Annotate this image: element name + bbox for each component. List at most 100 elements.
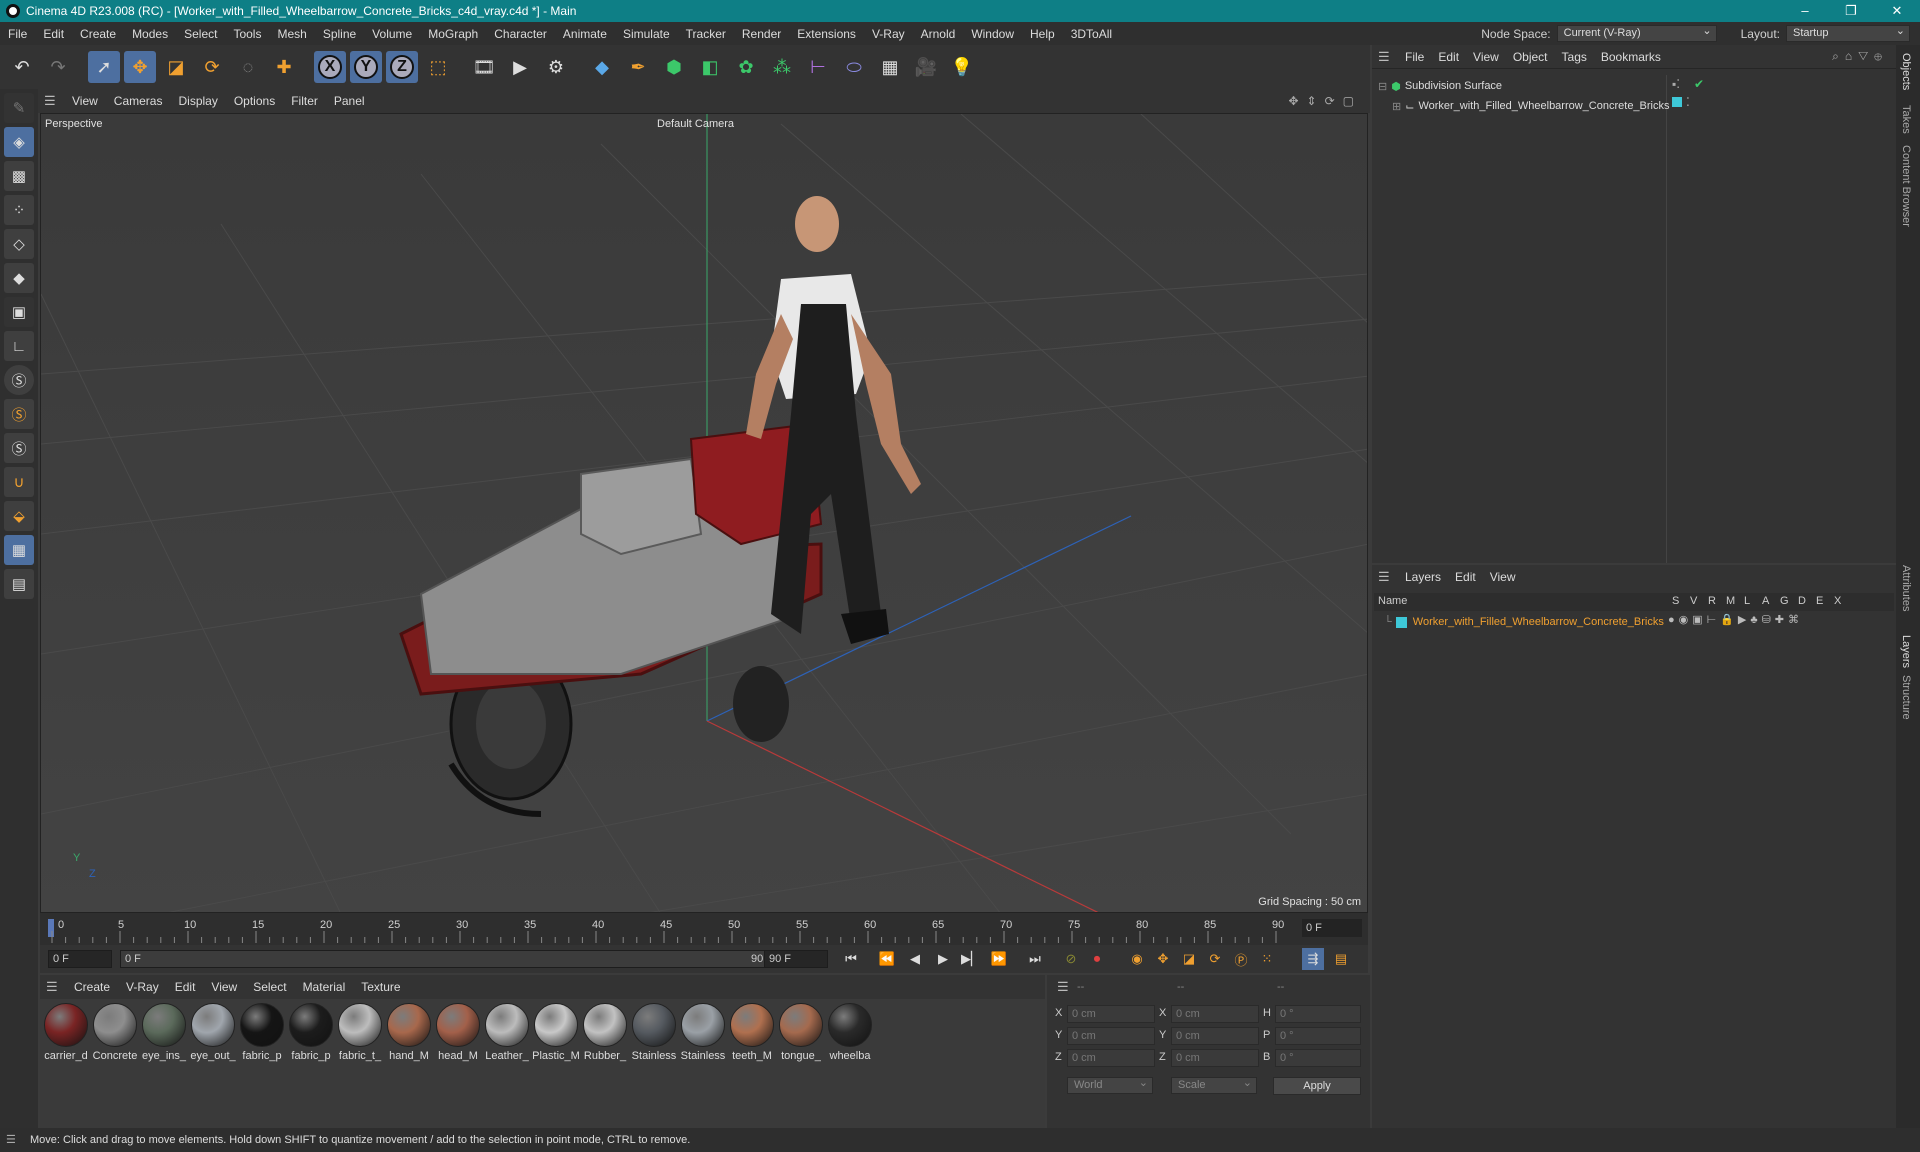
texture-mode-icon[interactable]: ▩ (4, 161, 34, 191)
menu-help[interactable]: Help (1022, 27, 1063, 41)
object-row-subdivision[interactable]: ⊟ ⬢ Subdivision Surface (1378, 77, 1502, 95)
subdivision-enabled-check-icon[interactable]: ✔ (1694, 77, 1704, 91)
viewport-menu-display[interactable]: Display (170, 94, 225, 108)
node-space-dropdown[interactable]: Current (V-Ray) (1556, 24, 1717, 42)
workplane-icon[interactable]: ⬙ (4, 501, 34, 531)
prev-key-icon[interactable]: ⏪ (876, 948, 898, 970)
tab-takes[interactable]: Takes (1900, 105, 1912, 134)
locked-workplane-icon[interactable]: ▤ (4, 569, 34, 599)
layers-hamburger-icon[interactable]: ☰ (1378, 569, 1392, 585)
object-row-worker[interactable]: ⊞ ⌙ Worker_with_Filled_Wheelbarrow_Concr… (1392, 97, 1670, 115)
material-swatch[interactable]: Concrete (91, 1003, 139, 1062)
select-arrow-icon[interactable]: ➚ (88, 51, 120, 83)
array-icon[interactable]: ⁂ (766, 51, 798, 83)
render-view-icon[interactable]: ▶ (504, 51, 536, 83)
viewport-menu-view[interactable]: View (64, 94, 106, 108)
material-swatch[interactable]: Rubber_ (581, 1003, 629, 1062)
model-mode-icon[interactable]: ◈ (4, 127, 34, 157)
cube-icon[interactable]: ◆ (586, 51, 618, 83)
subdivision-visibility-icon[interactable]: ▪⁚ (1672, 77, 1680, 91)
viewport-camera-name[interactable]: Default Camera (657, 118, 734, 130)
render-region-icon[interactable]: 🎞 (468, 51, 500, 83)
menu-vray[interactable]: V-Ray (864, 27, 913, 41)
material-swatch[interactable]: fabric_p (287, 1003, 335, 1062)
x-axis-icon[interactable]: X (314, 51, 346, 83)
viewport-menu-filter[interactable]: Filter (283, 94, 326, 108)
timeline-ruler[interactable]: 0 5 10 15 20 25 30 35 40 45 50 55 60 65 … (40, 913, 1368, 945)
z-axis-icon[interactable]: Z (386, 51, 418, 83)
menu-animate[interactable]: Animate (555, 27, 615, 41)
light-icon[interactable]: 💡 (946, 51, 978, 83)
key-pla-icon[interactable]: ⁙ (1256, 948, 1278, 970)
material-swatch[interactable]: wheelba (826, 1003, 874, 1062)
layout-dropdown[interactable]: Startup (1786, 24, 1910, 42)
symmetry-icon[interactable]: ⊢ (802, 51, 834, 83)
layers-menu-layers[interactable]: Layers (1398, 570, 1448, 584)
menu-3dtoall[interactable]: 3DToAll (1063, 27, 1120, 41)
position-z-field[interactable]: 0 cm (1067, 1049, 1155, 1067)
timeline-mode-icon[interactable]: ⇶ (1302, 948, 1324, 970)
position-x-field[interactable]: 0 cm (1067, 1005, 1155, 1023)
size-x-field[interactable]: 0 cm (1171, 1005, 1259, 1023)
material-menu-edit[interactable]: Edit (167, 980, 204, 994)
menu-edit[interactable]: Edit (35, 27, 72, 41)
undo-icon[interactable]: ↶ (6, 51, 38, 83)
next-key-icon[interactable]: ⏩ (988, 948, 1010, 970)
material-swatch[interactable]: Leather_ (483, 1003, 531, 1062)
material-menu-create[interactable]: Create (66, 980, 118, 994)
tab-attributes[interactable]: Attributes (1900, 565, 1912, 611)
keyframe-icon[interactable]: ◉ (1126, 948, 1148, 970)
objects-search-icon[interactable]: ⌕⌂▽⊕ (1832, 49, 1888, 64)
menu-file[interactable]: File (0, 27, 35, 41)
viewport-nav-icons[interactable]: ✥⇕⟳▢ (1288, 94, 1362, 108)
tree-expand-icon[interactable]: ⊟ (1378, 80, 1387, 93)
tab-layers[interactable]: Layers (1900, 635, 1912, 668)
layer-name[interactable]: Worker_with_Filled_Wheelbarrow_Concrete_… (1413, 616, 1664, 628)
objects-menu-file[interactable]: File (1398, 50, 1431, 64)
position-y-field[interactable]: 0 cm (1067, 1027, 1155, 1045)
scale-icon[interactable]: ◪ (160, 51, 192, 83)
tab-structure[interactable]: Structure (1900, 675, 1912, 720)
objects-menu-bookmarks[interactable]: Bookmarks (1594, 50, 1668, 64)
material-menu-texture[interactable]: Texture (353, 980, 408, 994)
uv-mode-icon[interactable]: ▣ (4, 297, 34, 327)
polygons-mode-icon[interactable]: ◆ (4, 263, 34, 293)
menu-simulate[interactable]: Simulate (615, 27, 678, 41)
menu-modes[interactable]: Modes (124, 27, 176, 41)
material-swatch[interactable]: Stainless (630, 1003, 678, 1062)
layers-menu-edit[interactable]: Edit (1448, 570, 1483, 584)
magnet-icon[interactable]: ∪ (4, 467, 34, 497)
menu-window[interactable]: Window (963, 27, 1022, 41)
3d-viewport[interactable]: Perspective Default Camera Y Z Grid Spac… (40, 113, 1368, 913)
material-swatch[interactable]: eye_ins_ (140, 1003, 188, 1062)
material-swatch[interactable]: tongue_ (777, 1003, 825, 1062)
menu-tools[interactable]: Tools (225, 27, 269, 41)
rotate-icon[interactable]: ⟳ (196, 51, 228, 83)
objects-menu-view[interactable]: View (1466, 50, 1506, 64)
menu-mesh[interactable]: Mesh (269, 27, 314, 41)
size-y-field[interactable]: 0 cm (1171, 1027, 1259, 1045)
close-button[interactable]: ✕ (1874, 0, 1920, 22)
viewport-menu-options[interactable]: Options (226, 94, 283, 108)
rotation-b-field[interactable]: 0 ° (1275, 1049, 1361, 1067)
camera-icon[interactable]: 🎥 (910, 51, 942, 83)
menu-render[interactable]: Render (734, 27, 789, 41)
key-rotate-icon[interactable]: ⟳ (1204, 948, 1226, 970)
record-icon[interactable]: ⏺ (1086, 948, 1108, 970)
key-param-icon[interactable]: Ⓟ (1230, 948, 1252, 970)
viewport-menu-panel[interactable]: Panel (326, 94, 373, 108)
dope-sheet-icon[interactable]: ▤ (1330, 948, 1352, 970)
tab-objects[interactable]: Objects (1900, 53, 1912, 90)
floor-icon[interactable]: ▦ (874, 51, 906, 83)
apply-button[interactable]: Apply (1273, 1077, 1361, 1095)
render-settings-icon[interactable]: ⚙ (540, 51, 572, 83)
edges-mode-icon[interactable]: ◇ (4, 229, 34, 259)
material-menu-select[interactable]: Select (245, 980, 294, 994)
material-swatch[interactable]: Plastic_M (532, 1003, 580, 1062)
key-move-icon[interactable]: ✥ (1152, 948, 1174, 970)
layer-row[interactable]: └ Worker_with_Filled_Wheelbarrow_Concret… (1384, 613, 1664, 631)
play-icon[interactable]: ▶ (932, 948, 954, 970)
menu-mograph[interactable]: MoGraph (420, 27, 486, 41)
goto-end-icon[interactable]: ⏭ (1024, 948, 1046, 970)
redo-icon[interactable]: ↷ (42, 51, 74, 83)
